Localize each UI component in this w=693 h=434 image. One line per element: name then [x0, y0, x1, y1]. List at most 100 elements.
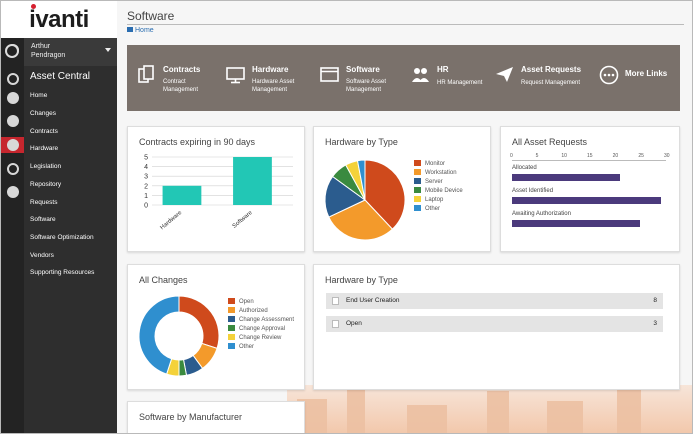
tile-label: HR: [437, 65, 449, 74]
document-icon: [332, 320, 339, 328]
breadcrumb-home[interactable]: Home: [135, 27, 154, 34]
row-count: 3: [653, 320, 657, 327]
legend-item: Open: [228, 298, 254, 305]
legend-label: Open: [239, 299, 254, 305]
hardware-pie-chart: [324, 159, 406, 241]
window-icon: [320, 67, 339, 82]
legend-item: Mobile Device: [414, 187, 463, 194]
x-tick-label: 25: [638, 153, 644, 159]
tile-label: Contracts: [163, 65, 201, 74]
logo-dot: [31, 3, 37, 9]
globe-icon[interactable]: [7, 163, 19, 175]
breadcrumb[interactable]: Home: [127, 27, 154, 34]
sidebar-item-contracts[interactable]: Contracts: [30, 128, 58, 135]
legend-swatch: [414, 187, 421, 193]
y-tick-label: 4: [144, 164, 148, 171]
bar-allocated[interactable]: [512, 174, 620, 181]
legend-swatch: [228, 334, 235, 340]
legend-swatch: [414, 178, 421, 184]
quick-links-banner: Contracts Contract Management Hardware Ha…: [127, 45, 680, 111]
title-divider: [127, 24, 684, 25]
changes-donut-chart: [138, 295, 220, 377]
paper-plane-icon: [496, 67, 513, 82]
y-tick-label: 1: [144, 193, 148, 200]
all-changes-card: All Changes Open Authorized Change Assessm…: [127, 264, 305, 390]
legend-label: Laptop: [425, 197, 444, 203]
gear-icon[interactable]: [7, 186, 19, 198]
y-tick-label: 5: [144, 155, 148, 162]
avatar[interactable]: [5, 44, 19, 58]
sidebar-item-requests[interactable]: Requests: [30, 199, 57, 206]
logo-area[interactable]: ivanti: [1, 1, 117, 38]
x-tick-label: 10: [561, 153, 567, 159]
page-title: Software: [127, 9, 175, 23]
ivanti-logo: ivanti: [29, 3, 89, 33]
main-content: Software Home Contracts Contract Manageme…: [117, 1, 692, 433]
legend-label: Authorized: [239, 308, 268, 314]
files-icon[interactable]: [7, 139, 19, 151]
row-count: 8: [653, 297, 657, 304]
document-icon[interactable]: [7, 115, 19, 127]
list-item[interactable]: Open 3: [326, 316, 663, 332]
app-window: ivanti Arthur Pendragon Asset Central Ho…: [0, 0, 693, 434]
y-tick-label: 2: [144, 183, 148, 190]
sidebar-item-vendors[interactable]: Vendors: [30, 252, 54, 259]
contracts-bar-chart: 0 1 2 3 4 5 Hardware Software: [144, 155, 293, 232]
legend-label: Workstation: [425, 170, 457, 176]
x-tick-label: Hardware: [159, 210, 183, 232]
sidebar-item-software-optimization[interactable]: Software Optimization: [30, 234, 94, 241]
shield-icon[interactable]: [7, 92, 19, 104]
legend-swatch: [228, 325, 235, 331]
legend-label: Other: [425, 206, 441, 212]
tile-subtitle: Hardware Asset Management: [252, 79, 295, 93]
hardware-by-type-list-card: Hardware by Type End User Creation 8 Ope…: [313, 264, 680, 390]
legend-item: Other: [228, 343, 254, 350]
tile-subtitle: Contract Management: [163, 79, 199, 93]
software-by-manufacturer-card: Software by Manufacturer: [127, 401, 305, 433]
sidebar-item-repository[interactable]: Repository: [30, 181, 61, 188]
user-menu[interactable]: Arthur Pendragon: [24, 38, 117, 66]
x-tick-label: 15: [587, 153, 593, 159]
sidebar-item-software[interactable]: Software: [30, 216, 56, 223]
building: [617, 387, 641, 433]
list-item[interactable]: End User Creation 8: [326, 293, 663, 309]
legend-label: Monitor: [425, 161, 446, 167]
slice-open: [178, 295, 220, 349]
tile-label: More Links: [625, 69, 668, 78]
x-tick-label: 5: [535, 153, 539, 159]
sidebar-item-home[interactable]: Home: [30, 92, 47, 99]
tile-label: Hardware: [252, 65, 289, 74]
bar-label: Allocated: [512, 165, 537, 171]
x-tick-label: 0: [510, 153, 513, 159]
legend-swatch: [414, 160, 421, 166]
sidebar-item-supporting-resources[interactable]: Supporting Resources: [30, 269, 94, 276]
sidebar-item-changes[interactable]: Changes: [30, 110, 56, 117]
building: [407, 405, 447, 433]
bar-asset-identified[interactable]: [512, 197, 661, 204]
icon-bar: [1, 38, 24, 433]
chevron-down-icon[interactable]: [105, 48, 111, 52]
bar-hardware: [162, 185, 202, 205]
legend-item: Monitor: [414, 160, 445, 167]
legend-swatch: [414, 196, 421, 202]
documents-icon: [138, 65, 154, 83]
bar-awaiting-authorization[interactable]: [512, 220, 641, 227]
home-icon: [127, 27, 133, 32]
legend-label: Change Review: [239, 335, 282, 341]
sidebar-item-legislation[interactable]: Legislation: [30, 163, 61, 170]
bar-software: [233, 157, 272, 205]
card-title: All Changes: [139, 275, 188, 285]
legend-item: Server: [414, 178, 443, 185]
tile-label: Asset Requests: [521, 65, 582, 74]
people-icon: [412, 68, 429, 82]
bar-label: Asset Identified: [512, 188, 554, 194]
legend-item: Change Assessment: [228, 316, 294, 323]
legend-item: Workstation: [414, 169, 457, 176]
building: [487, 391, 509, 433]
compass-icon[interactable]: [7, 73, 19, 85]
legend-label: Other: [239, 344, 255, 350]
x-tick-label: Software: [232, 210, 255, 230]
legend-swatch: [414, 169, 421, 175]
sidebar-item-hardware[interactable]: Hardware: [30, 145, 58, 152]
legend-item: Authorized: [228, 307, 268, 314]
